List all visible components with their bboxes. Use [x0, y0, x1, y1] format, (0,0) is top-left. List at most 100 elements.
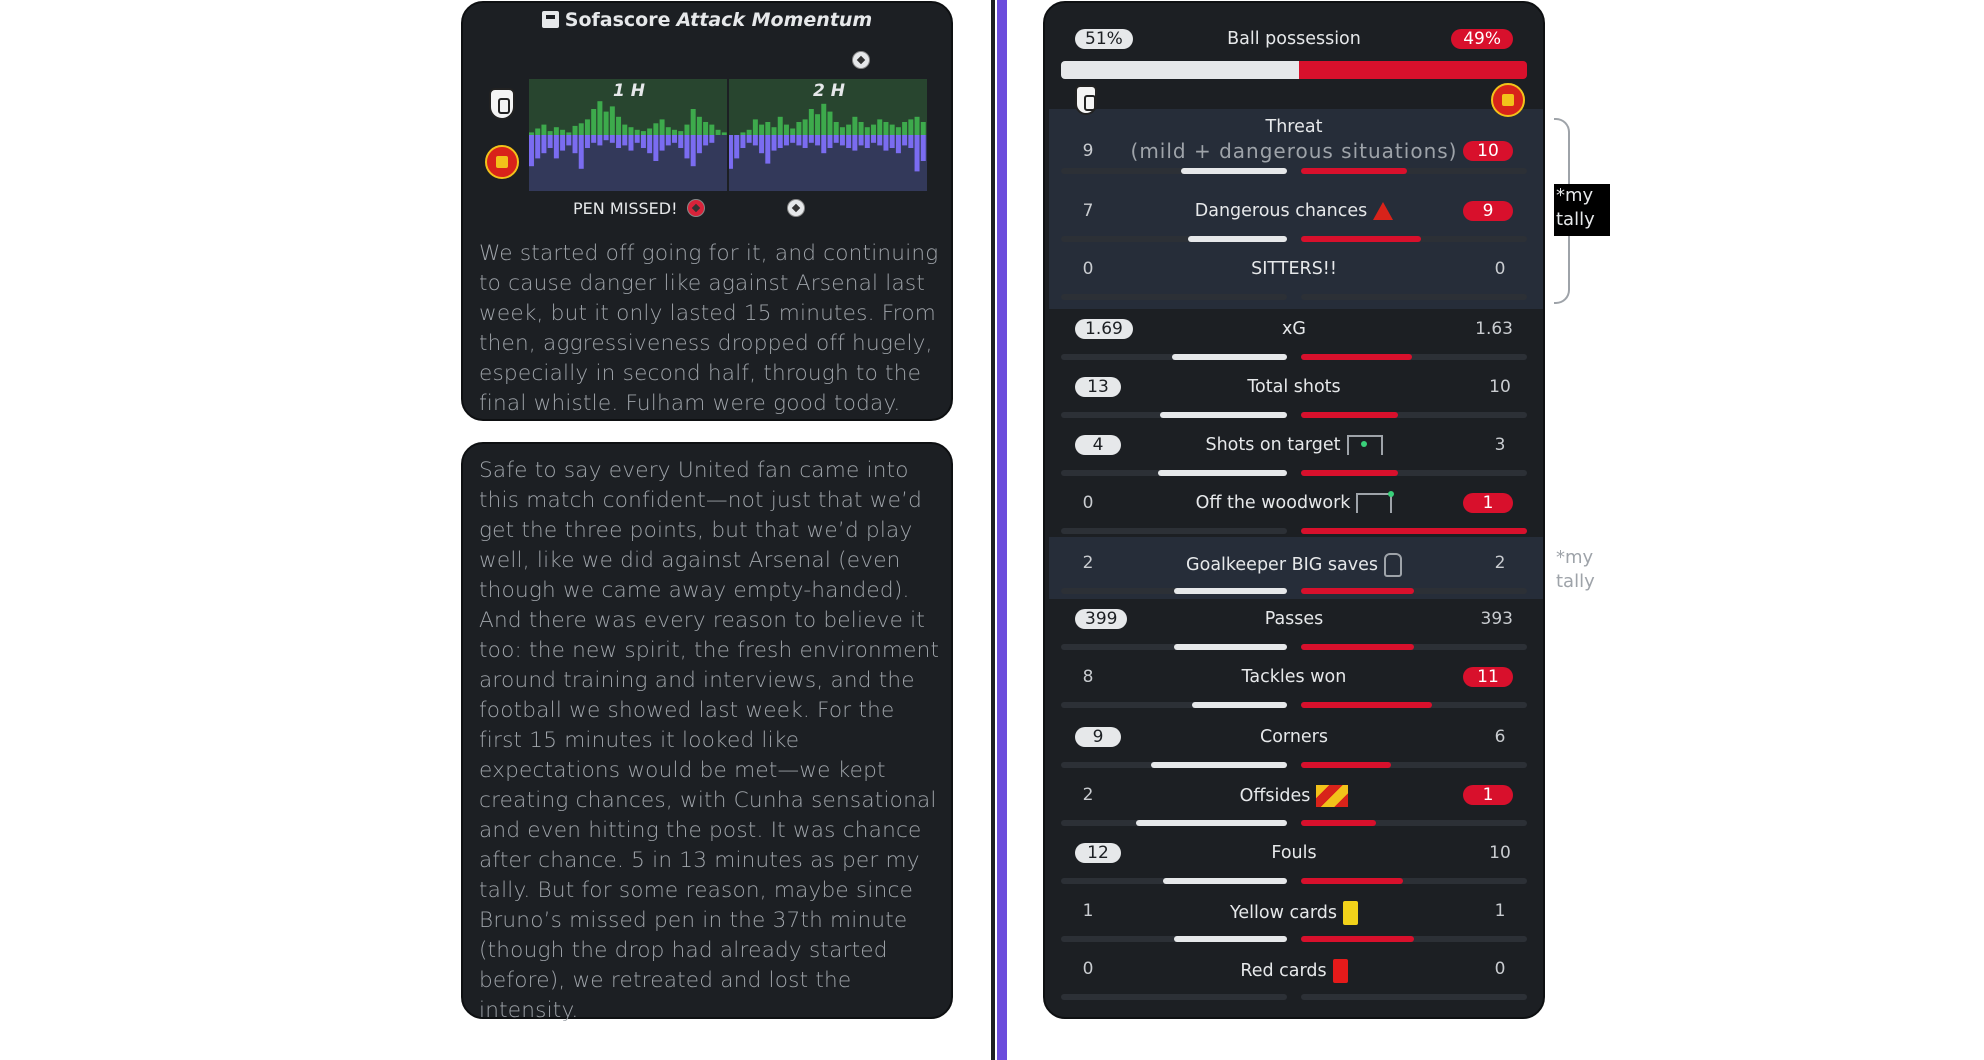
offside-flag-icon — [1316, 785, 1349, 807]
home-momentum-bar — [852, 116, 858, 135]
away-possession-fill — [1298, 61, 1527, 79]
home-momentum-bar — [790, 128, 796, 135]
home-momentum-bar — [622, 124, 628, 135]
stat-row: Dangerous chances 7 9 — [1061, 199, 1527, 255]
away-momentum-bar — [771, 135, 777, 151]
home-stat-fill — [1174, 936, 1287, 942]
home-stat-fill — [1160, 412, 1287, 418]
home-momentum-bar — [821, 103, 827, 135]
away-momentum-bar — [634, 135, 640, 143]
away-stat-fill — [1301, 236, 1421, 242]
home-stat-fill — [1171, 354, 1287, 360]
momentum-graph — [529, 79, 927, 191]
goal-icon — [1346, 435, 1383, 455]
home-momentum-bar — [777, 116, 783, 135]
stat-label: Total shots — [1247, 377, 1341, 397]
home-momentum-bar — [808, 109, 814, 135]
home-momentum-bar — [871, 124, 877, 135]
home-momentum-bar — [864, 127, 870, 135]
home-stat-fill — [1158, 470, 1287, 476]
stat-row: Fouls 12 10 — [1061, 841, 1527, 897]
home-momentum-bar — [846, 124, 852, 135]
home-momentum-bar — [640, 131, 646, 135]
away-stat-value: 393 — [1480, 609, 1513, 629]
match-essay-card: Safe to say every United fan came into t… — [461, 442, 953, 1023]
post-icon — [1356, 491, 1395, 513]
home-stat-value: 7 — [1082, 201, 1094, 221]
home-momentum-bar — [815, 114, 821, 135]
away-momentum-bar — [529, 135, 534, 167]
home-stat-value: 9 — [1082, 141, 1094, 161]
home-momentum-bar — [877, 119, 883, 135]
stat-row: Offsides 2 1 — [1061, 783, 1527, 839]
away-stat-track — [1301, 528, 1527, 534]
home-stat-track — [1061, 644, 1287, 650]
home-momentum-bar — [908, 119, 914, 135]
home-stat-track — [1061, 994, 1287, 1000]
home-momentum-bar — [547, 131, 553, 135]
home-momentum-bar — [634, 129, 640, 135]
fulham-crest-icon — [1075, 85, 1097, 115]
away-momentum-bar — [690, 135, 696, 167]
away-stat-fill — [1301, 878, 1403, 884]
away-momentum-bar — [852, 135, 858, 151]
home-momentum-bar — [659, 119, 665, 135]
home-stat-track — [1061, 528, 1287, 534]
stat-label: Tackles won — [1241, 667, 1347, 687]
away-momentum-bar — [871, 135, 877, 143]
away-stat-fill — [1301, 936, 1414, 942]
home-momentum-bar — [771, 127, 777, 135]
away-stat-value: 1.63 — [1475, 319, 1513, 339]
away-momentum-bar — [777, 135, 783, 148]
home-momentum-bar — [752, 119, 758, 135]
momentum-chart: 1 H 2 H — [529, 79, 927, 191]
home-momentum-bar — [672, 129, 678, 135]
away-momentum-bar — [578, 135, 584, 169]
away-momentum-bar — [703, 135, 709, 146]
home-momentum-bar — [715, 129, 721, 135]
away-stat-track — [1301, 236, 1527, 242]
away-momentum-bar — [815, 135, 821, 146]
away-stat-track — [1301, 412, 1527, 418]
away-momentum-bar — [541, 135, 547, 154]
away-stat-track — [1301, 644, 1527, 650]
away-momentum-bar — [746, 135, 752, 143]
away-momentum-bar — [827, 135, 833, 148]
home-momentum-bar — [696, 116, 702, 135]
away-momentum-bar — [653, 135, 659, 161]
away-stat-fill — [1301, 762, 1392, 768]
away-momentum-bar — [752, 135, 758, 146]
away-stat-track — [1301, 936, 1527, 942]
home-stat-track — [1061, 878, 1287, 884]
home-stat-value: 399 — [1075, 609, 1128, 629]
stat-label: Fouls — [1271, 843, 1317, 863]
away-momentum-bar — [839, 135, 845, 146]
home-momentum-bar — [914, 116, 920, 135]
away-stat-value: 0 — [1494, 959, 1506, 979]
away-momentum-bar — [846, 135, 852, 148]
away-stat-track — [1301, 762, 1527, 768]
home-momentum-bar — [827, 111, 833, 135]
away-stat-fill — [1301, 528, 1527, 534]
home-momentum-bar — [553, 127, 559, 135]
yellow-card-icon — [1342, 901, 1358, 925]
home-stat-value: 2 — [1082, 553, 1094, 573]
away-momentum-bar — [902, 135, 908, 146]
home-stat-fill — [1162, 878, 1287, 884]
away-momentum-bar — [597, 135, 603, 146]
away-stat-value: 10 — [1489, 843, 1511, 863]
away-momentum-bar — [535, 135, 541, 159]
away-stat-value: 1 — [1463, 785, 1513, 805]
away-stat-value: 10 — [1463, 141, 1513, 161]
away-stat-fill — [1301, 820, 1376, 826]
home-momentum-bar — [783, 124, 789, 135]
away-stat-value: 9 — [1463, 201, 1513, 221]
away-stat-value: 2 — [1494, 553, 1506, 573]
away-stat-track — [1301, 994, 1527, 1000]
home-momentum-bar — [609, 106, 615, 135]
red-card-icon — [1332, 959, 1348, 983]
home-stat-track — [1061, 168, 1287, 174]
away-stat-track — [1301, 702, 1527, 708]
home-stat-fill — [1135, 820, 1287, 826]
away-stat-fill — [1301, 644, 1414, 650]
